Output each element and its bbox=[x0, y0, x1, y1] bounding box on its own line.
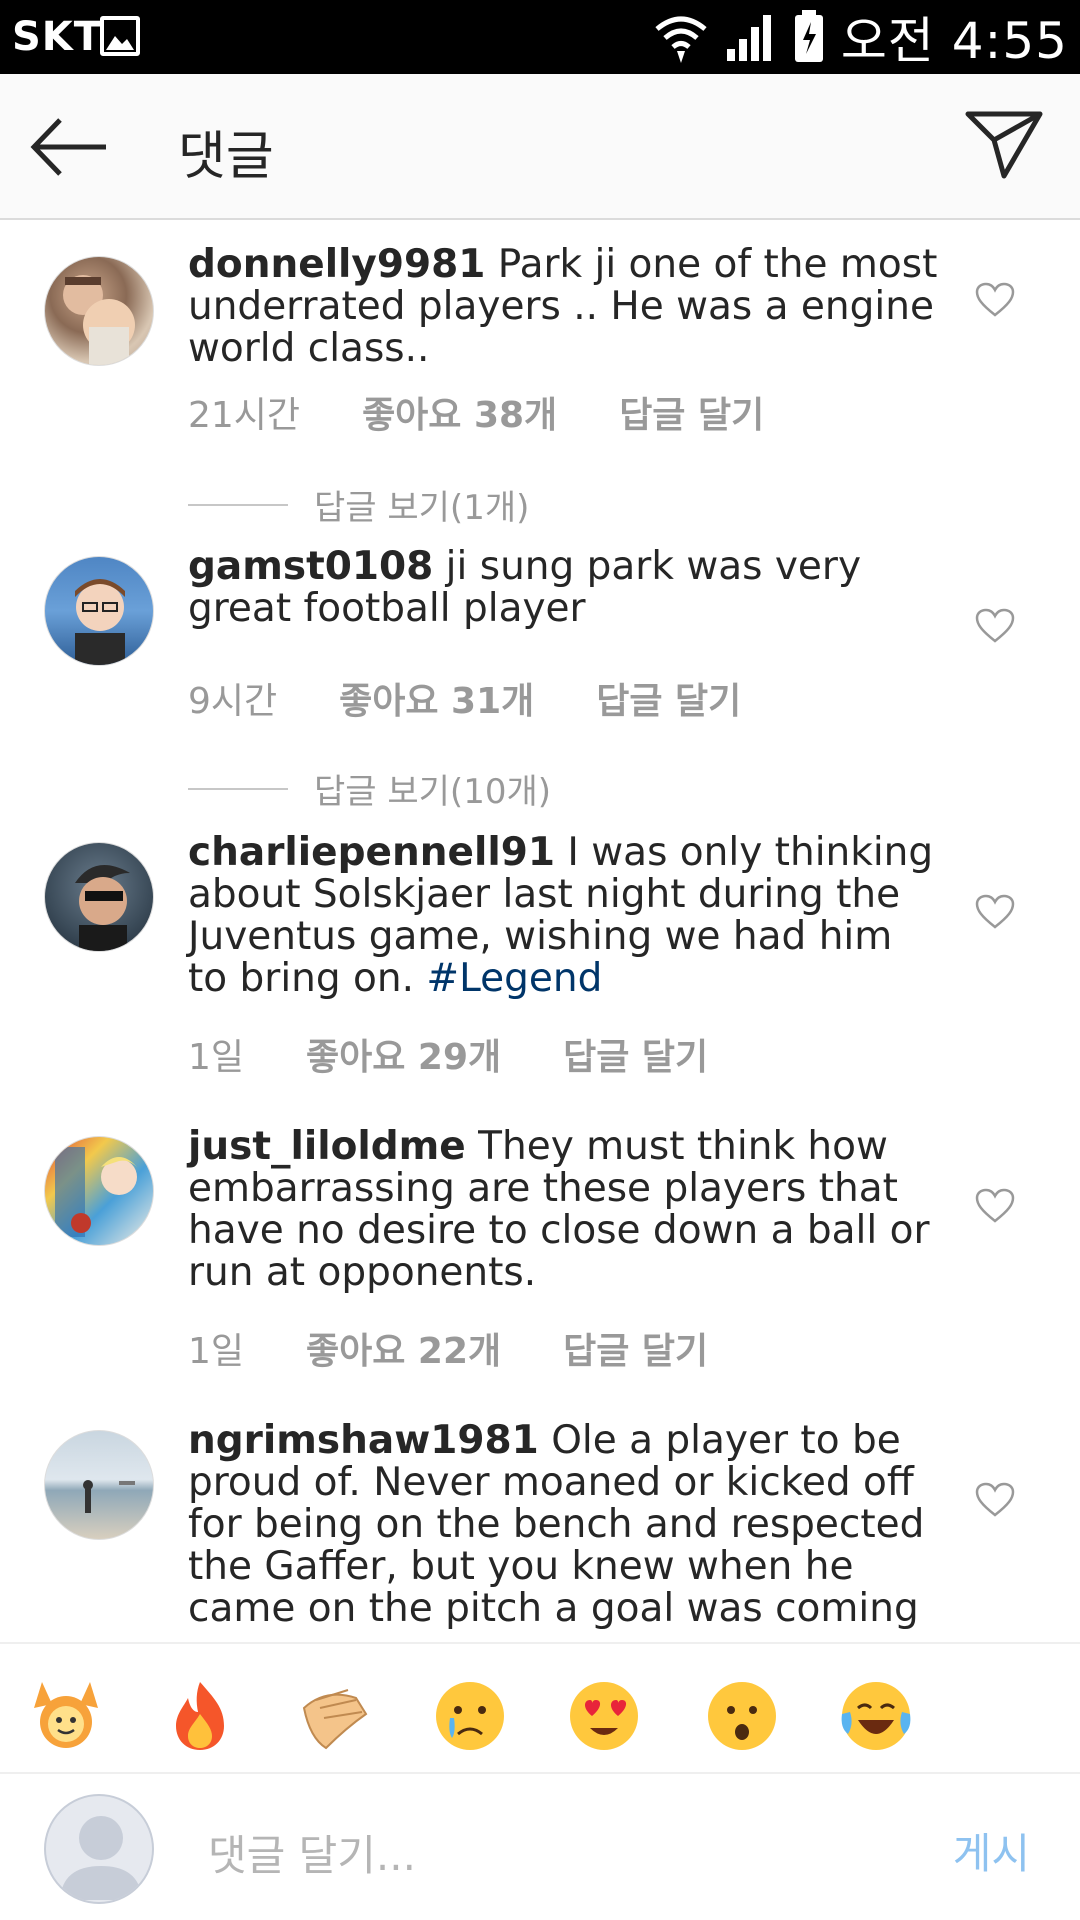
back-arrow-icon[interactable] bbox=[30, 114, 110, 180]
comment-username[interactable]: charliepennell91 bbox=[188, 830, 555, 875]
like-heart-icon[interactable] bbox=[975, 1188, 1015, 1224]
comment-username[interactable]: just_liloldme bbox=[188, 1124, 466, 1169]
avatar[interactable] bbox=[44, 1430, 154, 1540]
avatar[interactable] bbox=[44, 1136, 154, 1246]
reply-button[interactable]: 답글 달기 bbox=[619, 386, 764, 438]
divider-line bbox=[188, 503, 288, 506]
comment-text: charliepennell91 I was only thinking abo… bbox=[188, 832, 938, 1000]
my-avatar bbox=[44, 1794, 154, 1904]
reply-button[interactable]: 답글 달기 bbox=[596, 672, 741, 724]
comment-meta: 9시간 좋아요 31개 답글 달기 bbox=[188, 672, 741, 724]
comment-username[interactable]: donnelly9981 bbox=[188, 242, 485, 287]
signal-icon bbox=[726, 15, 771, 61]
like-count[interactable]: 좋아요 22개 bbox=[306, 1322, 501, 1374]
comment-text: ngrimshaw1981 Ole a player to be proud o… bbox=[188, 1420, 938, 1630]
comment-list[interactable]: donnelly9981 Park ji one of the most und… bbox=[0, 222, 1080, 1642]
tears-of-joy-emoji-icon[interactable] bbox=[838, 1678, 914, 1754]
avatar[interactable] bbox=[44, 256, 154, 366]
comment-input-bar: 댓글 달기... 게시 bbox=[0, 1776, 1080, 1920]
view-replies-toggle[interactable]: 답글 보기(1개) bbox=[188, 480, 529, 529]
page-title: 댓글 bbox=[178, 127, 274, 187]
comment-text: donnelly9981 Park ji one of the most und… bbox=[188, 244, 938, 370]
clapping-hands-emoji-icon[interactable] bbox=[296, 1678, 372, 1754]
view-replies-label: 답글 보기(1개) bbox=[314, 488, 530, 528]
comment-time: 1일 bbox=[188, 1037, 245, 1078]
like-count[interactable]: 좋아요 38개 bbox=[362, 386, 557, 438]
comment-input[interactable]: 댓글 달기... bbox=[208, 1822, 416, 1883]
like-heart-icon[interactable] bbox=[975, 608, 1015, 644]
heart-eyes-emoji-icon[interactable] bbox=[566, 1678, 642, 1754]
comment-time: 21시간 bbox=[188, 395, 301, 436]
reply-button[interactable]: 답글 달기 bbox=[563, 1028, 708, 1080]
hashtag-link[interactable]: #Legend bbox=[426, 956, 602, 1001]
comment-meta: 1일 좋아요 22개 답글 달기 bbox=[188, 1322, 708, 1374]
comment-time: 1일 bbox=[188, 1331, 245, 1372]
emoji-quick-bar bbox=[0, 1642, 1080, 1774]
view-replies-toggle[interactable]: 답글 보기(10개) bbox=[188, 764, 551, 813]
clock: 오전 4:55 bbox=[840, 12, 1068, 70]
reply-button[interactable]: 답글 달기 bbox=[563, 1322, 708, 1374]
like-count[interactable]: 좋아요 29개 bbox=[306, 1028, 501, 1080]
status-icons: 오전 4:55 bbox=[653, 6, 1068, 70]
like-heart-icon[interactable] bbox=[975, 282, 1015, 318]
comments-header: 댓글 bbox=[0, 74, 1080, 220]
comment-meta: 1일 좋아요 29개 답글 달기 bbox=[188, 1028, 708, 1080]
like-count[interactable]: 좋아요 31개 bbox=[339, 672, 534, 724]
post-button[interactable]: 게시 bbox=[953, 1820, 1030, 1881]
avatar[interactable] bbox=[44, 842, 154, 952]
avatar[interactable] bbox=[44, 556, 154, 666]
default-avatar-icon bbox=[60, 1816, 142, 1900]
gallery-notification-icon bbox=[100, 16, 140, 56]
carrier-label: SKT bbox=[12, 14, 103, 60]
wifi-icon bbox=[655, 16, 707, 63]
comment-text: gamst0108 ji sung park was very great fo… bbox=[188, 546, 938, 630]
like-heart-icon[interactable] bbox=[975, 1482, 1015, 1518]
fire-emoji-icon[interactable] bbox=[162, 1678, 238, 1754]
comment-username[interactable]: ngrimshaw1981 bbox=[188, 1418, 539, 1463]
view-replies-label: 답글 보기(10개) bbox=[314, 772, 552, 812]
direct-send-icon[interactable] bbox=[964, 110, 1044, 180]
status-bar: SKT 오전 4:55 bbox=[0, 0, 1080, 74]
divider-line bbox=[188, 787, 288, 790]
comment-username[interactable]: gamst0108 bbox=[188, 544, 433, 589]
raising-hands-emoji-icon[interactable] bbox=[28, 1678, 104, 1754]
crying-face-emoji-icon[interactable] bbox=[432, 1678, 508, 1754]
surprised-face-emoji-icon[interactable] bbox=[704, 1678, 780, 1754]
comment-meta: 21시간 좋아요 38개 답글 달기 bbox=[188, 386, 764, 438]
battery-icon bbox=[794, 10, 823, 62]
like-heart-icon[interactable] bbox=[975, 894, 1015, 930]
comment-time: 9시간 bbox=[188, 681, 278, 722]
comment-text: just_liloldme They must think how embarr… bbox=[188, 1126, 938, 1294]
